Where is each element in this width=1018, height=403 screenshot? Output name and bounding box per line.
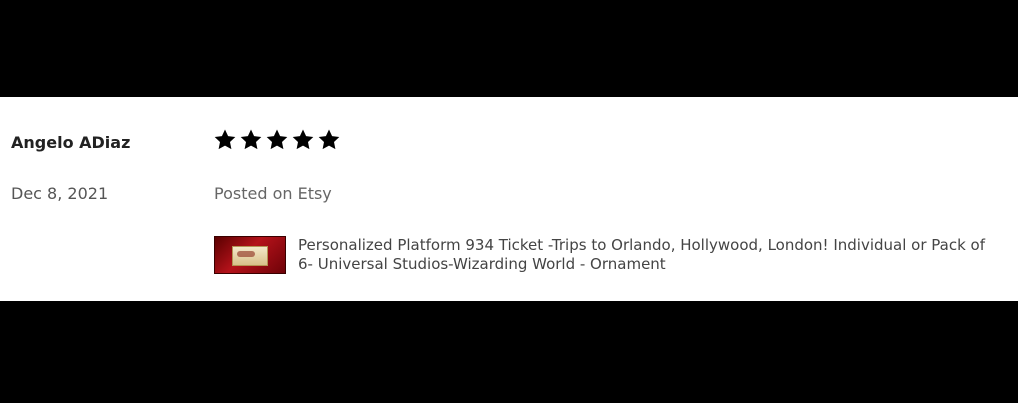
star-icon xyxy=(265,128,289,152)
star-rating xyxy=(213,128,341,152)
star-icon xyxy=(317,128,341,152)
review-card: Angelo ADiaz Dec 8, 2021 Posted on Etsy … xyxy=(0,97,1018,301)
star-icon xyxy=(213,128,237,152)
star-icon xyxy=(291,128,315,152)
reviewer-name[interactable]: Angelo ADiaz xyxy=(11,133,130,152)
listing-link[interactable]: Personalized Platform 934 Ticket -Trips … xyxy=(214,236,1004,276)
listing-title[interactable]: Personalized Platform 934 Ticket -Trips … xyxy=(298,236,998,274)
review-date: Dec 8, 2021 xyxy=(11,184,109,203)
star-icon xyxy=(239,128,263,152)
ticket-mark-icon xyxy=(237,251,255,257)
screenshot-frame: Angelo ADiaz Dec 8, 2021 Posted on Etsy … xyxy=(0,0,1018,403)
posted-on-label: Posted on Etsy xyxy=(214,184,332,203)
listing-thumbnail[interactable] xyxy=(214,236,286,274)
